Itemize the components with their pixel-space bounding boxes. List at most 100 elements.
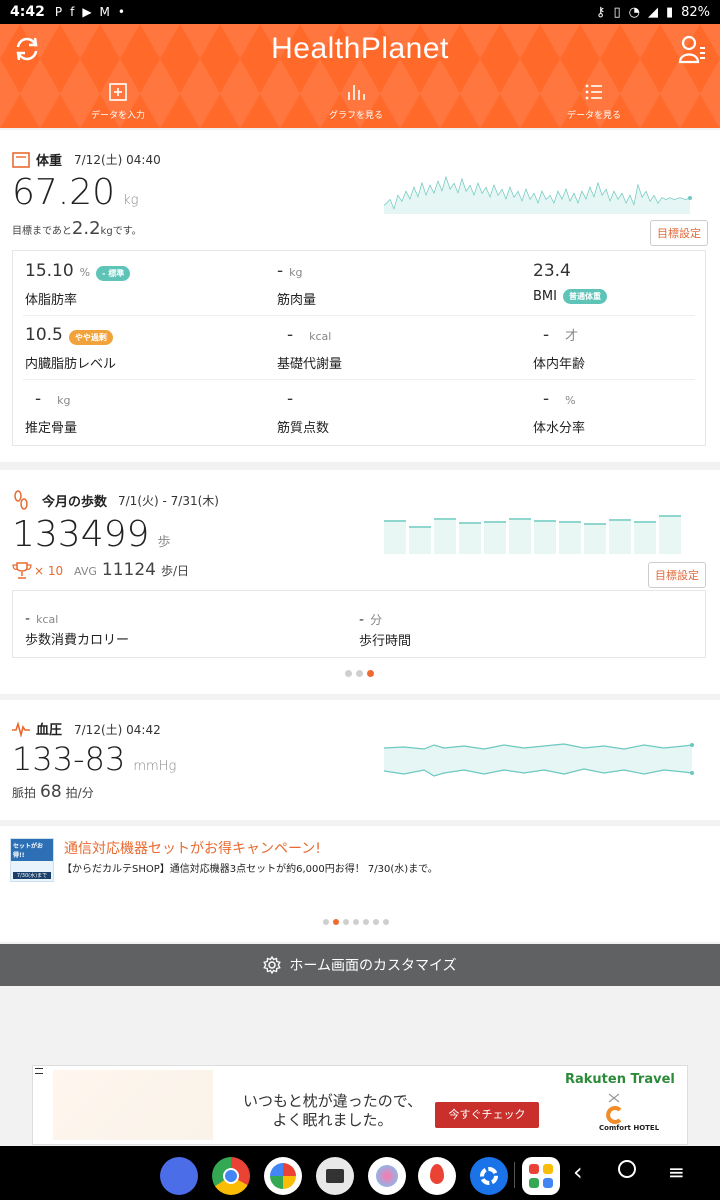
thumb-sub: 7/30(水)まで <box>13 872 51 879</box>
metric-bmr[interactable]: - kcal 基礎代謝量 <box>277 325 342 372</box>
campaign-thumbnail: セットがお得!! 7/30(水)まで <box>10 838 54 882</box>
metric-walk-time[interactable]: -分 歩行時間 <box>359 611 411 649</box>
recents-icon[interactable]: ≡ <box>668 1160 685 1184</box>
customize-label: ホーム画面のカスタマイズ <box>289 958 457 974</box>
metric-body-fat[interactable]: 15.10% - 標準 体脂肪率 <box>25 261 131 308</box>
vibrate-icon: ▯ <box>613 4 621 20</box>
list-icon <box>585 84 602 100</box>
pager-dot[interactable] <box>345 670 352 677</box>
goal-suffix: です。 <box>112 226 142 237</box>
metric-body-water[interactable]: -% 体水分率 <box>533 389 585 436</box>
divider <box>23 379 695 380</box>
pager-dot[interactable] <box>356 670 363 677</box>
status-badge: 普通体重 <box>562 289 607 304</box>
metric-unit: 才 <box>565 329 579 344</box>
banner-pager-dots[interactable] <box>323 919 389 925</box>
steps-card[interactable]: 今月の歩数 7/1(火) - 7/31(木) 133499 歩 × 10 AVG … <box>0 470 720 694</box>
nav-graph-label: グラフを見る <box>328 111 383 121</box>
goal-value: 2.2 <box>71 218 101 239</box>
app-drawer-icon[interactable] <box>522 1157 560 1195</box>
ad-text: いつもと枕が違ったので、 よく眠れました。 <box>243 1092 422 1130</box>
metric-unit: % <box>79 266 91 279</box>
metric-visceral-fat[interactable]: 10.5 やや過剰 内臓脂肪レベル <box>25 325 116 372</box>
bp-date: 7/12(土) 04:42 <box>74 723 161 737</box>
ad-cta-button[interactable]: 今すぐチェック <box>435 1102 539 1128</box>
pager-dot-active[interactable] <box>333 919 339 925</box>
settings-app-icon[interactable] <box>470 1157 508 1195</box>
blood-pressure-card[interactable]: 血圧 7/12(土) 04:42 133-83 mmHg 脈拍 68 拍/分 <box>0 700 720 820</box>
metric-muscle-score[interactable]: - 筋質点数 <box>277 389 329 436</box>
metric-label: 体内年齢 <box>533 357 586 372</box>
metric-label: 歩数消費カロリー <box>25 633 130 648</box>
thumb-title: セットがお得!! <box>11 839 53 861</box>
metric-label: 推定骨量 <box>25 421 78 436</box>
gallery-app-icon[interactable] <box>368 1157 406 1195</box>
pager-dot[interactable] <box>383 919 389 925</box>
metric-value: 23.4 <box>533 261 571 281</box>
bp-title: 血圧 <box>12 719 62 738</box>
back-icon[interactable]: ‹ <box>573 1158 583 1186</box>
weight-metrics-grid: 15.10% - 標準 体脂肪率 - kg 筋肉量 23.4 BMI 普通体重 10.… <box>12 250 706 446</box>
steps-goal-button[interactable]: 目標設定 <box>648 562 706 588</box>
nav-view-data[interactable]: データを見る <box>534 82 654 121</box>
camera-app-icon[interactable] <box>316 1157 354 1195</box>
pager-dot[interactable] <box>363 919 369 925</box>
steps-date: 7/1(火) - 7/31(木) <box>118 494 219 508</box>
metric-bmi[interactable]: 23.4 BMI 普通体重 <box>533 261 607 304</box>
metric-value: - <box>287 389 294 409</box>
steps-value: 133499 <box>12 514 150 555</box>
messages-app-icon[interactable] <box>160 1157 198 1195</box>
metric-body-age[interactable]: -才 体内年齢 <box>533 325 585 372</box>
nav-input-data[interactable]: データを入力 <box>58 82 178 121</box>
vpn-key-icon: ⚷ <box>595 4 606 20</box>
advertisement-banner[interactable]: いつもと枕が違ったので、 よく眠れました。 今すぐチェック Rakuten Tr… <box>32 1065 688 1145</box>
avg-label: AVG <box>74 565 97 578</box>
steps-average: AVG 11124 歩/日 <box>74 560 189 580</box>
weight-unit: kg <box>123 193 139 208</box>
footsteps-icon <box>14 490 28 510</box>
chrome-app-icon[interactable] <box>212 1157 250 1195</box>
weight-value-row: 67.20 kg <box>12 172 138 213</box>
user-menu-icon[interactable] <box>678 34 706 64</box>
pager-dot[interactable] <box>323 919 329 925</box>
campaign-title[interactable]: 通信対応機器セットがお得キャンペーン! <box>64 838 321 858</box>
pager-dot[interactable] <box>373 919 379 925</box>
weight-card[interactable]: 体重 7/12(土) 04:40 67.20 kg 目標まであと2.2kgです。 … <box>0 130 720 462</box>
add-square-icon <box>109 83 127 101</box>
android-navigation-bar: ‹ ≡ <box>0 1146 720 1200</box>
metric-bone-mass[interactable]: - kg 推定骨量 <box>25 389 77 436</box>
metric-value: 10.5 <box>25 325 63 345</box>
scale-icon <box>12 151 30 168</box>
pager-dot[interactable] <box>353 919 359 925</box>
bar-chart-icon <box>348 85 365 100</box>
metric-step-calories[interactable]: - kcal 歩数消費カロリー <box>25 611 129 648</box>
status-bar: 4:42 P f ▶ M • ⚷ ▯ ◔ ◢ ▮ 82% <box>0 0 720 24</box>
weight-sparkline <box>384 175 692 214</box>
steps-pager-dots[interactable] <box>345 670 374 677</box>
bp-chart <box>384 743 694 777</box>
metric-value: - <box>25 611 31 627</box>
dock-divider <box>514 1162 515 1188</box>
weight-goal-button[interactable]: 目標設定 <box>650 220 708 246</box>
home-icon[interactable] <box>618 1160 636 1178</box>
metric-label: 筋肉量 <box>277 293 317 308</box>
metric-unit: % <box>565 394 576 407</box>
status-badge: - 標準 <box>96 266 131 281</box>
nav-view-graph[interactable]: グラフを見る <box>296 82 416 121</box>
metric-value: 15.10 <box>25 261 74 281</box>
photos-app-icon[interactable] <box>264 1157 302 1195</box>
trophy-icon <box>12 562 32 579</box>
pulse-value: 68 <box>40 782 62 802</box>
pager-dot[interactable] <box>343 919 349 925</box>
nav-input-label: データを入力 <box>90 111 145 121</box>
steps-metrics-grid: - kcal 歩数消費カロリー -分 歩行時間 <box>12 590 706 658</box>
maps-app-icon[interactable] <box>418 1157 456 1195</box>
pulse-row: 脈拍 68 拍/分 <box>12 782 94 802</box>
ad-menu-icon[interactable] <box>35 1068 43 1074</box>
battery-icon: ▮ <box>665 4 674 20</box>
avg-unit: 歩/日 <box>160 564 190 578</box>
metric-unit: kg <box>57 394 71 407</box>
metric-muscle-mass[interactable]: - kg 筋肉量 <box>277 261 316 308</box>
pager-dot-active[interactable] <box>367 670 374 677</box>
customize-home-button[interactable]: ホーム画面のカスタマイズ <box>0 944 720 986</box>
